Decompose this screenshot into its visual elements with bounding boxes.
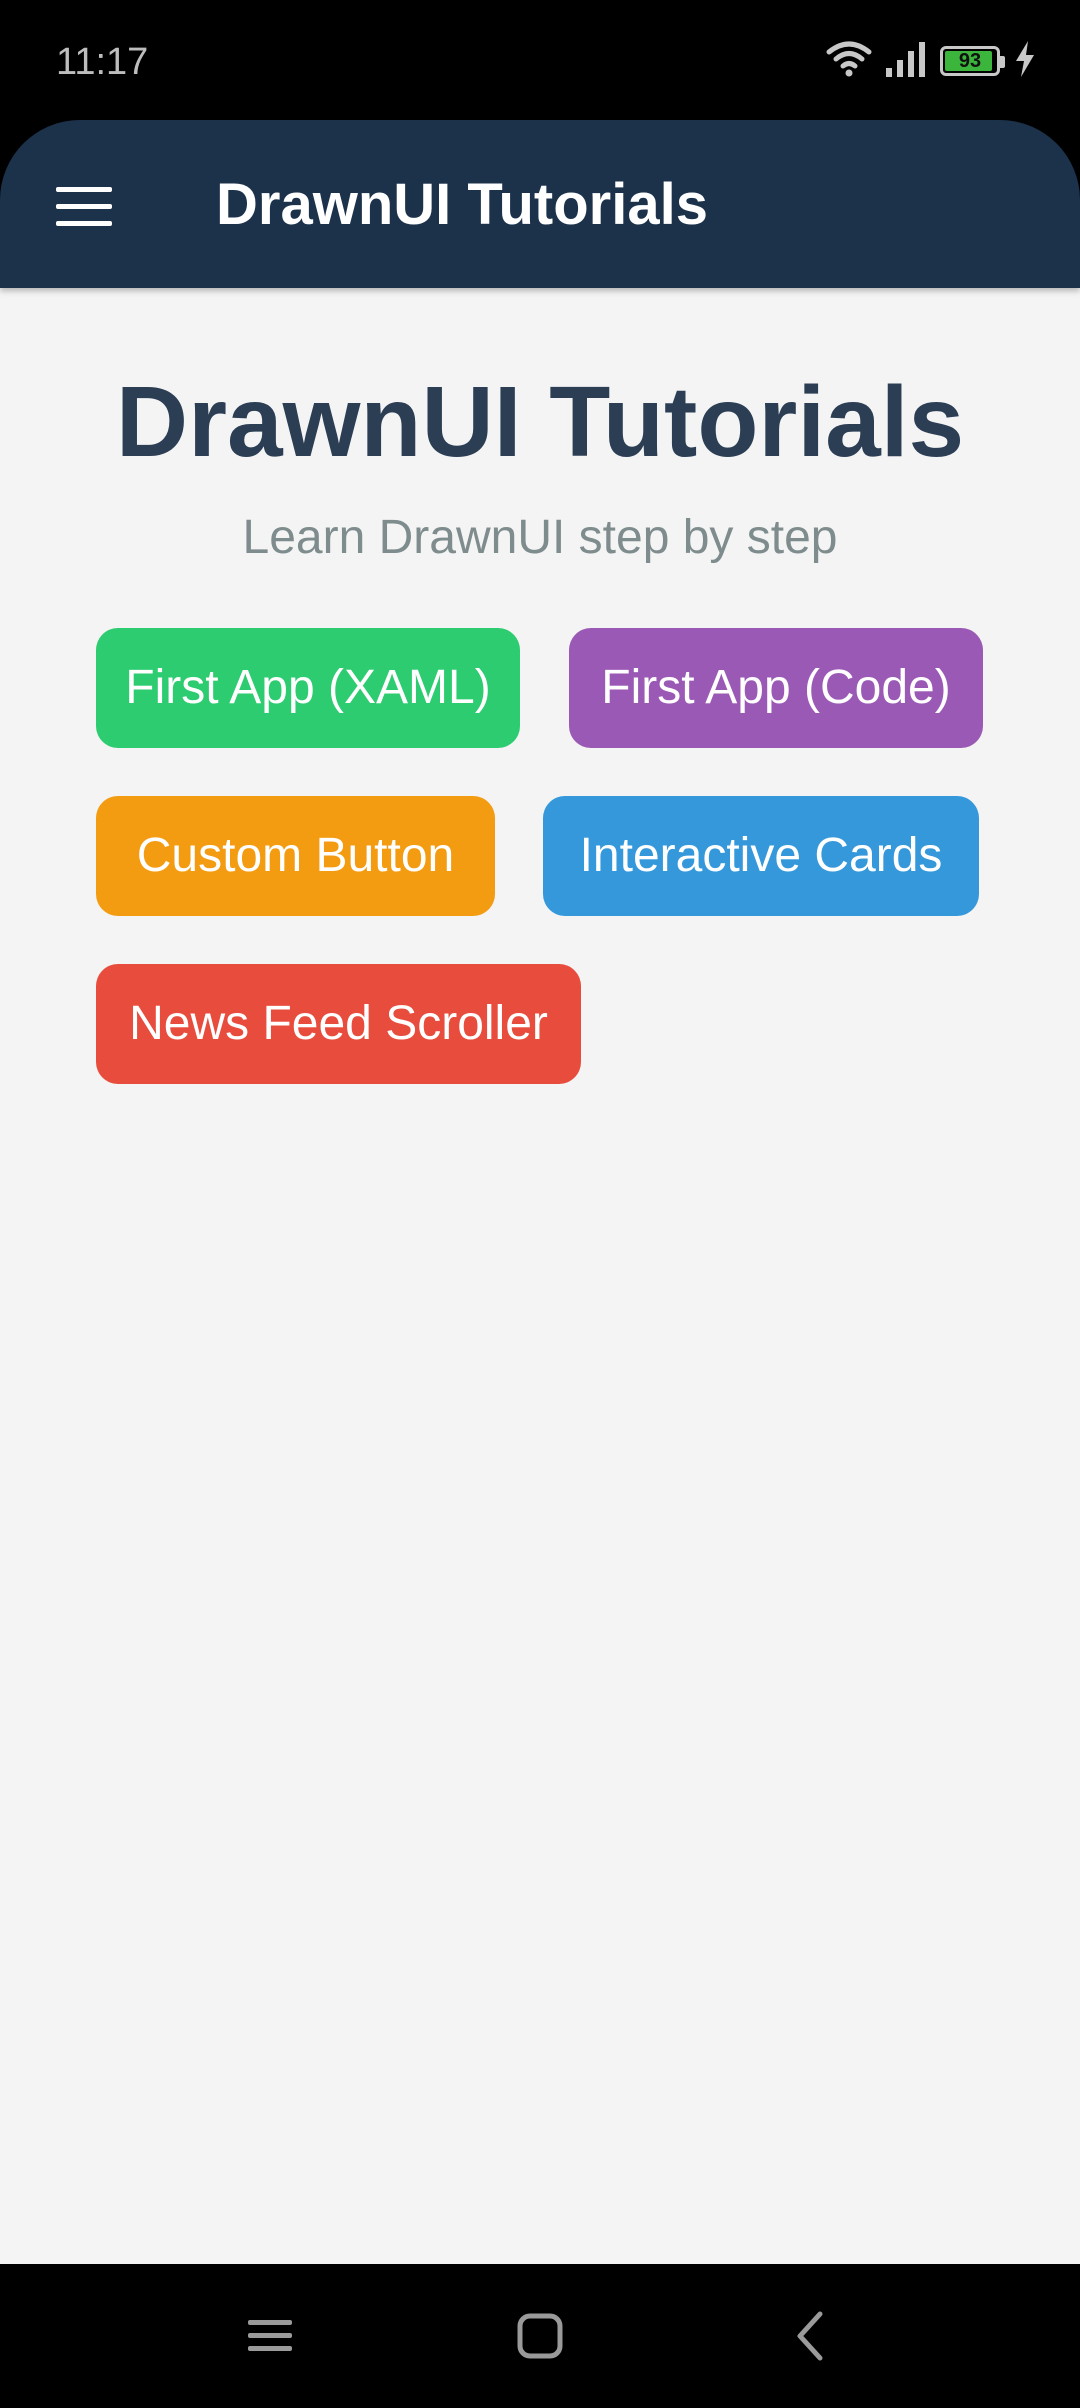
hamburger-menu-icon[interactable] bbox=[44, 174, 124, 238]
news-feed-scroller-button[interactable]: News Feed Scroller bbox=[96, 964, 581, 1084]
status-bar: 11:17 93 bbox=[0, 0, 1080, 120]
menu-line bbox=[56, 203, 112, 209]
system-nav-bar bbox=[0, 2264, 1080, 2408]
interactive-cards-button[interactable]: Interactive Cards bbox=[543, 796, 979, 916]
recents-icon[interactable] bbox=[230, 2300, 310, 2372]
battery-icon: 93 bbox=[940, 46, 1005, 76]
home-icon[interactable] bbox=[500, 2300, 580, 2372]
app-bar-title: DrawnUI Tutorials bbox=[216, 172, 708, 237]
signal-icon bbox=[886, 41, 926, 82]
first-app-code-button[interactable]: First App (Code) bbox=[569, 628, 983, 748]
menu-line bbox=[56, 186, 112, 192]
back-icon[interactable] bbox=[770, 2300, 850, 2372]
first-app-xaml-button[interactable]: First App (XAML) bbox=[96, 628, 520, 748]
charging-icon bbox=[1014, 40, 1036, 82]
battery-cap bbox=[1000, 56, 1005, 68]
menu-line bbox=[56, 220, 112, 226]
battery-level: 93 bbox=[958, 50, 982, 72]
main-content: DrawnUI Tutorials Learn DrawnUI step by … bbox=[0, 288, 1080, 2264]
status-time: 11:17 bbox=[56, 41, 149, 83]
page-subtitle: Learn DrawnUI step by step bbox=[242, 511, 838, 564]
app-bar: DrawnUI Tutorials bbox=[0, 120, 1080, 288]
wifi-icon bbox=[826, 40, 872, 83]
custom-button-button[interactable]: Custom Button bbox=[96, 796, 495, 916]
page-title: DrawnUI Tutorials bbox=[115, 366, 965, 478]
status-icons: 93 bbox=[826, 38, 1036, 84]
